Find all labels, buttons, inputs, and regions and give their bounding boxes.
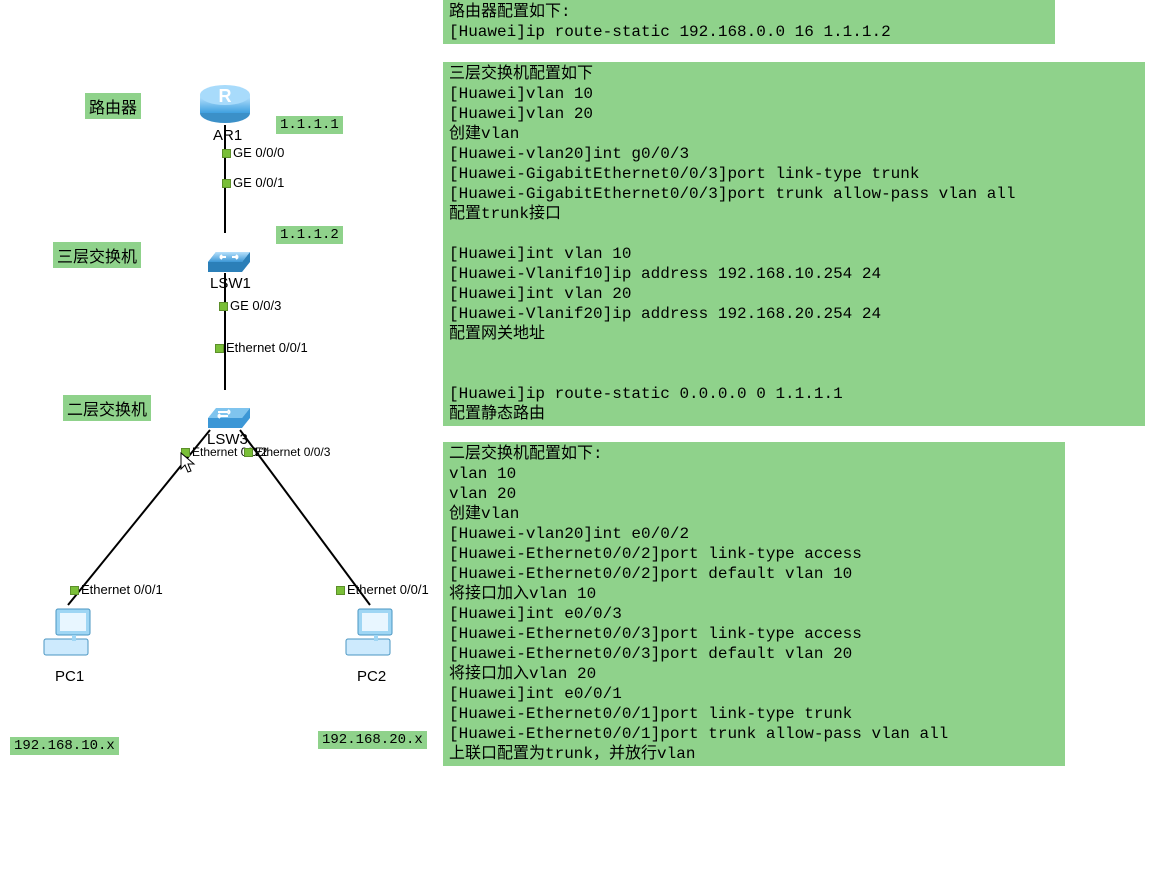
config-l2switch: 二层交换机配置如下: vlan 10 vlan 20 创建vlan [Huawe… (443, 442, 1065, 766)
ip-ar1: 1.1.1.1 (276, 116, 343, 134)
config-router: 路由器配置如下: [Huawei]ip route-static 192.168… (443, 0, 1055, 44)
l3switch-icon (200, 232, 250, 279)
device-pc1: PC1 (55, 668, 84, 685)
port-lsw1-ge3: GE 0/0/3 (219, 298, 281, 313)
device-ar1: AR1 (213, 127, 242, 144)
cursor-icon (180, 452, 198, 479)
pc1-icon (38, 605, 98, 670)
ip-lsw1: 1.1.1.2 (276, 226, 343, 244)
l2switch-icon (200, 388, 250, 435)
port-lsw3-e3: Ethernet 0/0/3 (244, 445, 330, 459)
device-pc2: PC2 (357, 668, 386, 685)
device-lsw1: LSW1 (210, 275, 251, 292)
label-l3switch: 三层交换机 (53, 242, 141, 268)
router-icon: R (198, 75, 252, 130)
ip-pc1: 192.168.10.x (10, 737, 119, 755)
port-lsw3-e1: Ethernet 0/0/1 (215, 340, 308, 355)
ip-pc2: 192.168.20.x (318, 731, 427, 749)
port-pc2-e1: Ethernet 0/0/1 (336, 582, 429, 597)
port-ar1-ge0: GE 0/0/0 (222, 145, 284, 160)
pc2-icon (340, 605, 400, 670)
label-l2switch: 二层交换机 (63, 395, 151, 421)
config-l3switch: 三层交换机配置如下 [Huawei]vlan 10 [Huawei]vlan 2… (443, 62, 1145, 426)
port-lsw1-ge1: GE 0/0/1 (222, 175, 284, 190)
svg-text:R: R (219, 86, 232, 106)
label-router: 路由器 (85, 93, 141, 119)
diagram-canvas: 路由器 三层交换机 二层交换机 1.1.1.1 1.1.1.2 192.168.… (0, 0, 1151, 869)
port-pc1-e1: Ethernet 0/0/1 (70, 582, 163, 597)
